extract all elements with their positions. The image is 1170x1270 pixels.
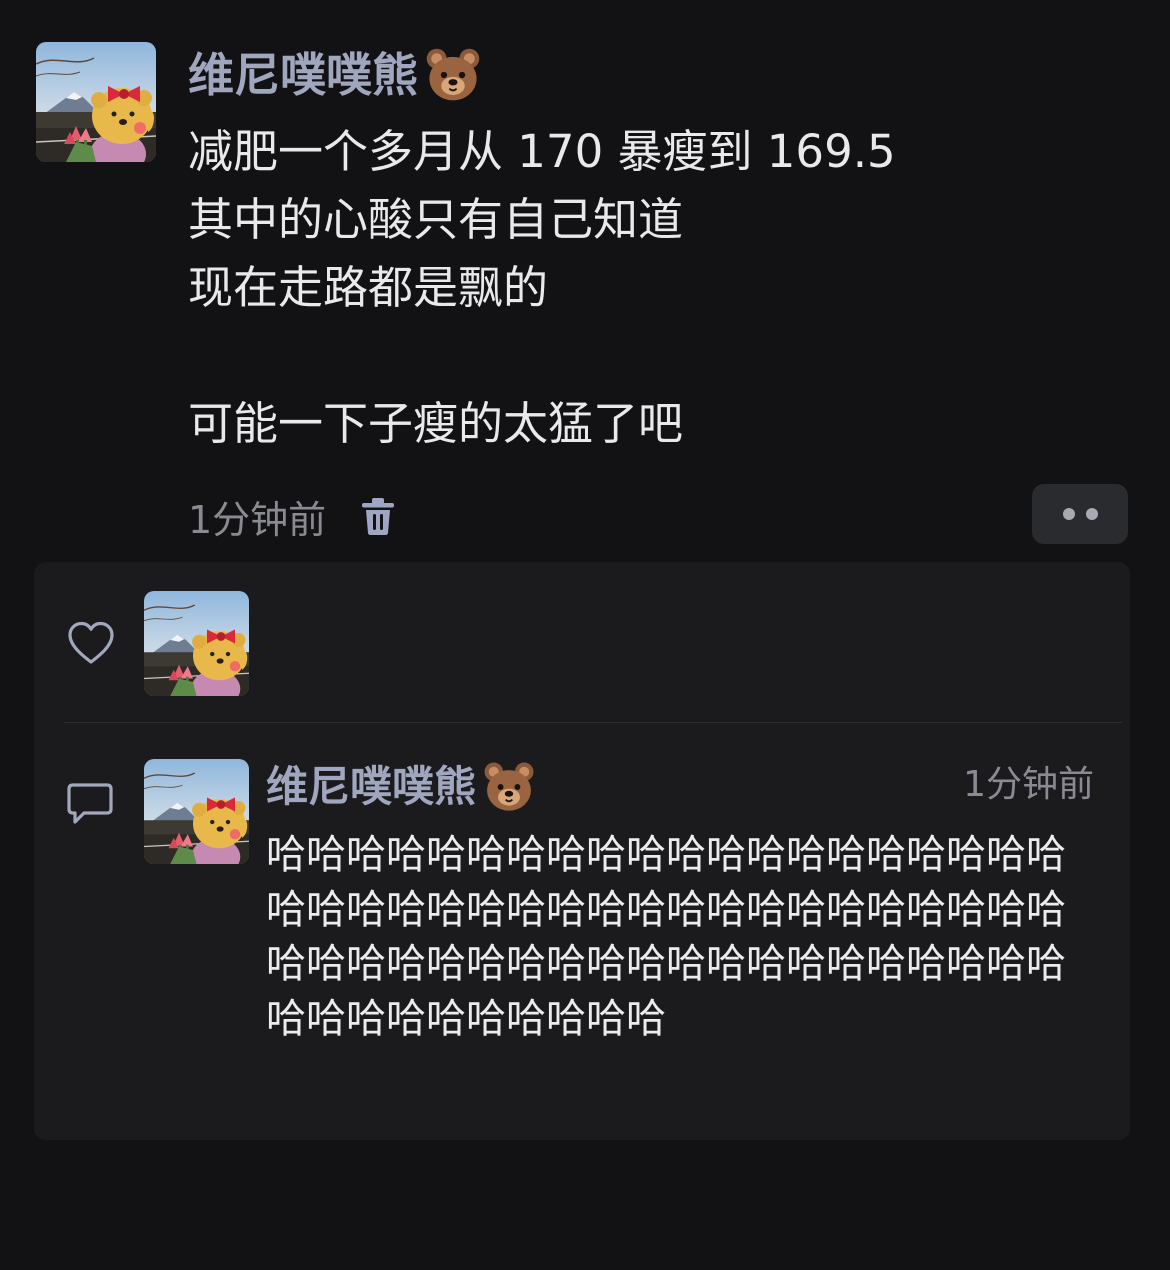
post-author-avatar[interactable] — [36, 42, 156, 162]
trash-icon[interactable] — [360, 496, 396, 536]
post-text-line: 其中的心酸只有自己知道 — [188, 193, 684, 246]
more-dots-icon — [1062, 508, 1075, 520]
interaction-panel: 维尼噗噗熊 1分钟前 哈哈哈哈哈哈哈哈哈哈哈哈哈哈哈哈哈哈哈哈哈哈哈哈哈哈哈哈哈… — [34, 562, 1130, 1140]
post-text-line: 现在走路都是飘的 — [188, 261, 549, 314]
post-text-blank-line — [188, 322, 1128, 390]
heart-icon[interactable] — [66, 620, 116, 666]
post-meta: 1分钟前 — [188, 488, 396, 544]
post-text-line: 可能一下子瘦的太猛了吧 — [188, 397, 684, 450]
bear-face-icon — [424, 46, 482, 104]
more-options-button[interactable] — [1032, 484, 1128, 544]
commenter-avatar[interactable] — [144, 759, 249, 864]
post-author-name[interactable]: 维尼噗噗熊 — [188, 44, 418, 106]
post-timestamp: 1分钟前 — [188, 497, 327, 542]
comment-author-name[interactable]: 维尼噗噗熊 — [266, 758, 476, 816]
post-text-line: 减肥一个多月从 170 暴瘦到 169.5 — [188, 125, 896, 178]
comment-author[interactable]: 维尼噗噗熊 — [266, 758, 536, 816]
more-dots-icon — [1085, 508, 1098, 520]
bear-face-icon — [482, 760, 536, 814]
liker-avatar[interactable] — [144, 591, 249, 696]
divider — [64, 722, 1122, 723]
post-text: 减肥一个多月从 170 暴瘦到 169.5 其中的心酸只有自己知道 现在走路都是… — [188, 118, 1128, 458]
comment-timestamp: 1分钟前 — [963, 764, 1094, 805]
comment-bubble-icon[interactable] — [66, 782, 114, 826]
comment-text: 哈哈哈哈哈哈哈哈哈哈哈哈哈哈哈哈哈哈哈哈哈哈哈哈哈哈哈哈哈哈哈哈哈哈哈哈哈哈哈哈… — [266, 832, 1066, 1042]
post-author[interactable]: 维尼噗噗熊 — [188, 44, 482, 106]
